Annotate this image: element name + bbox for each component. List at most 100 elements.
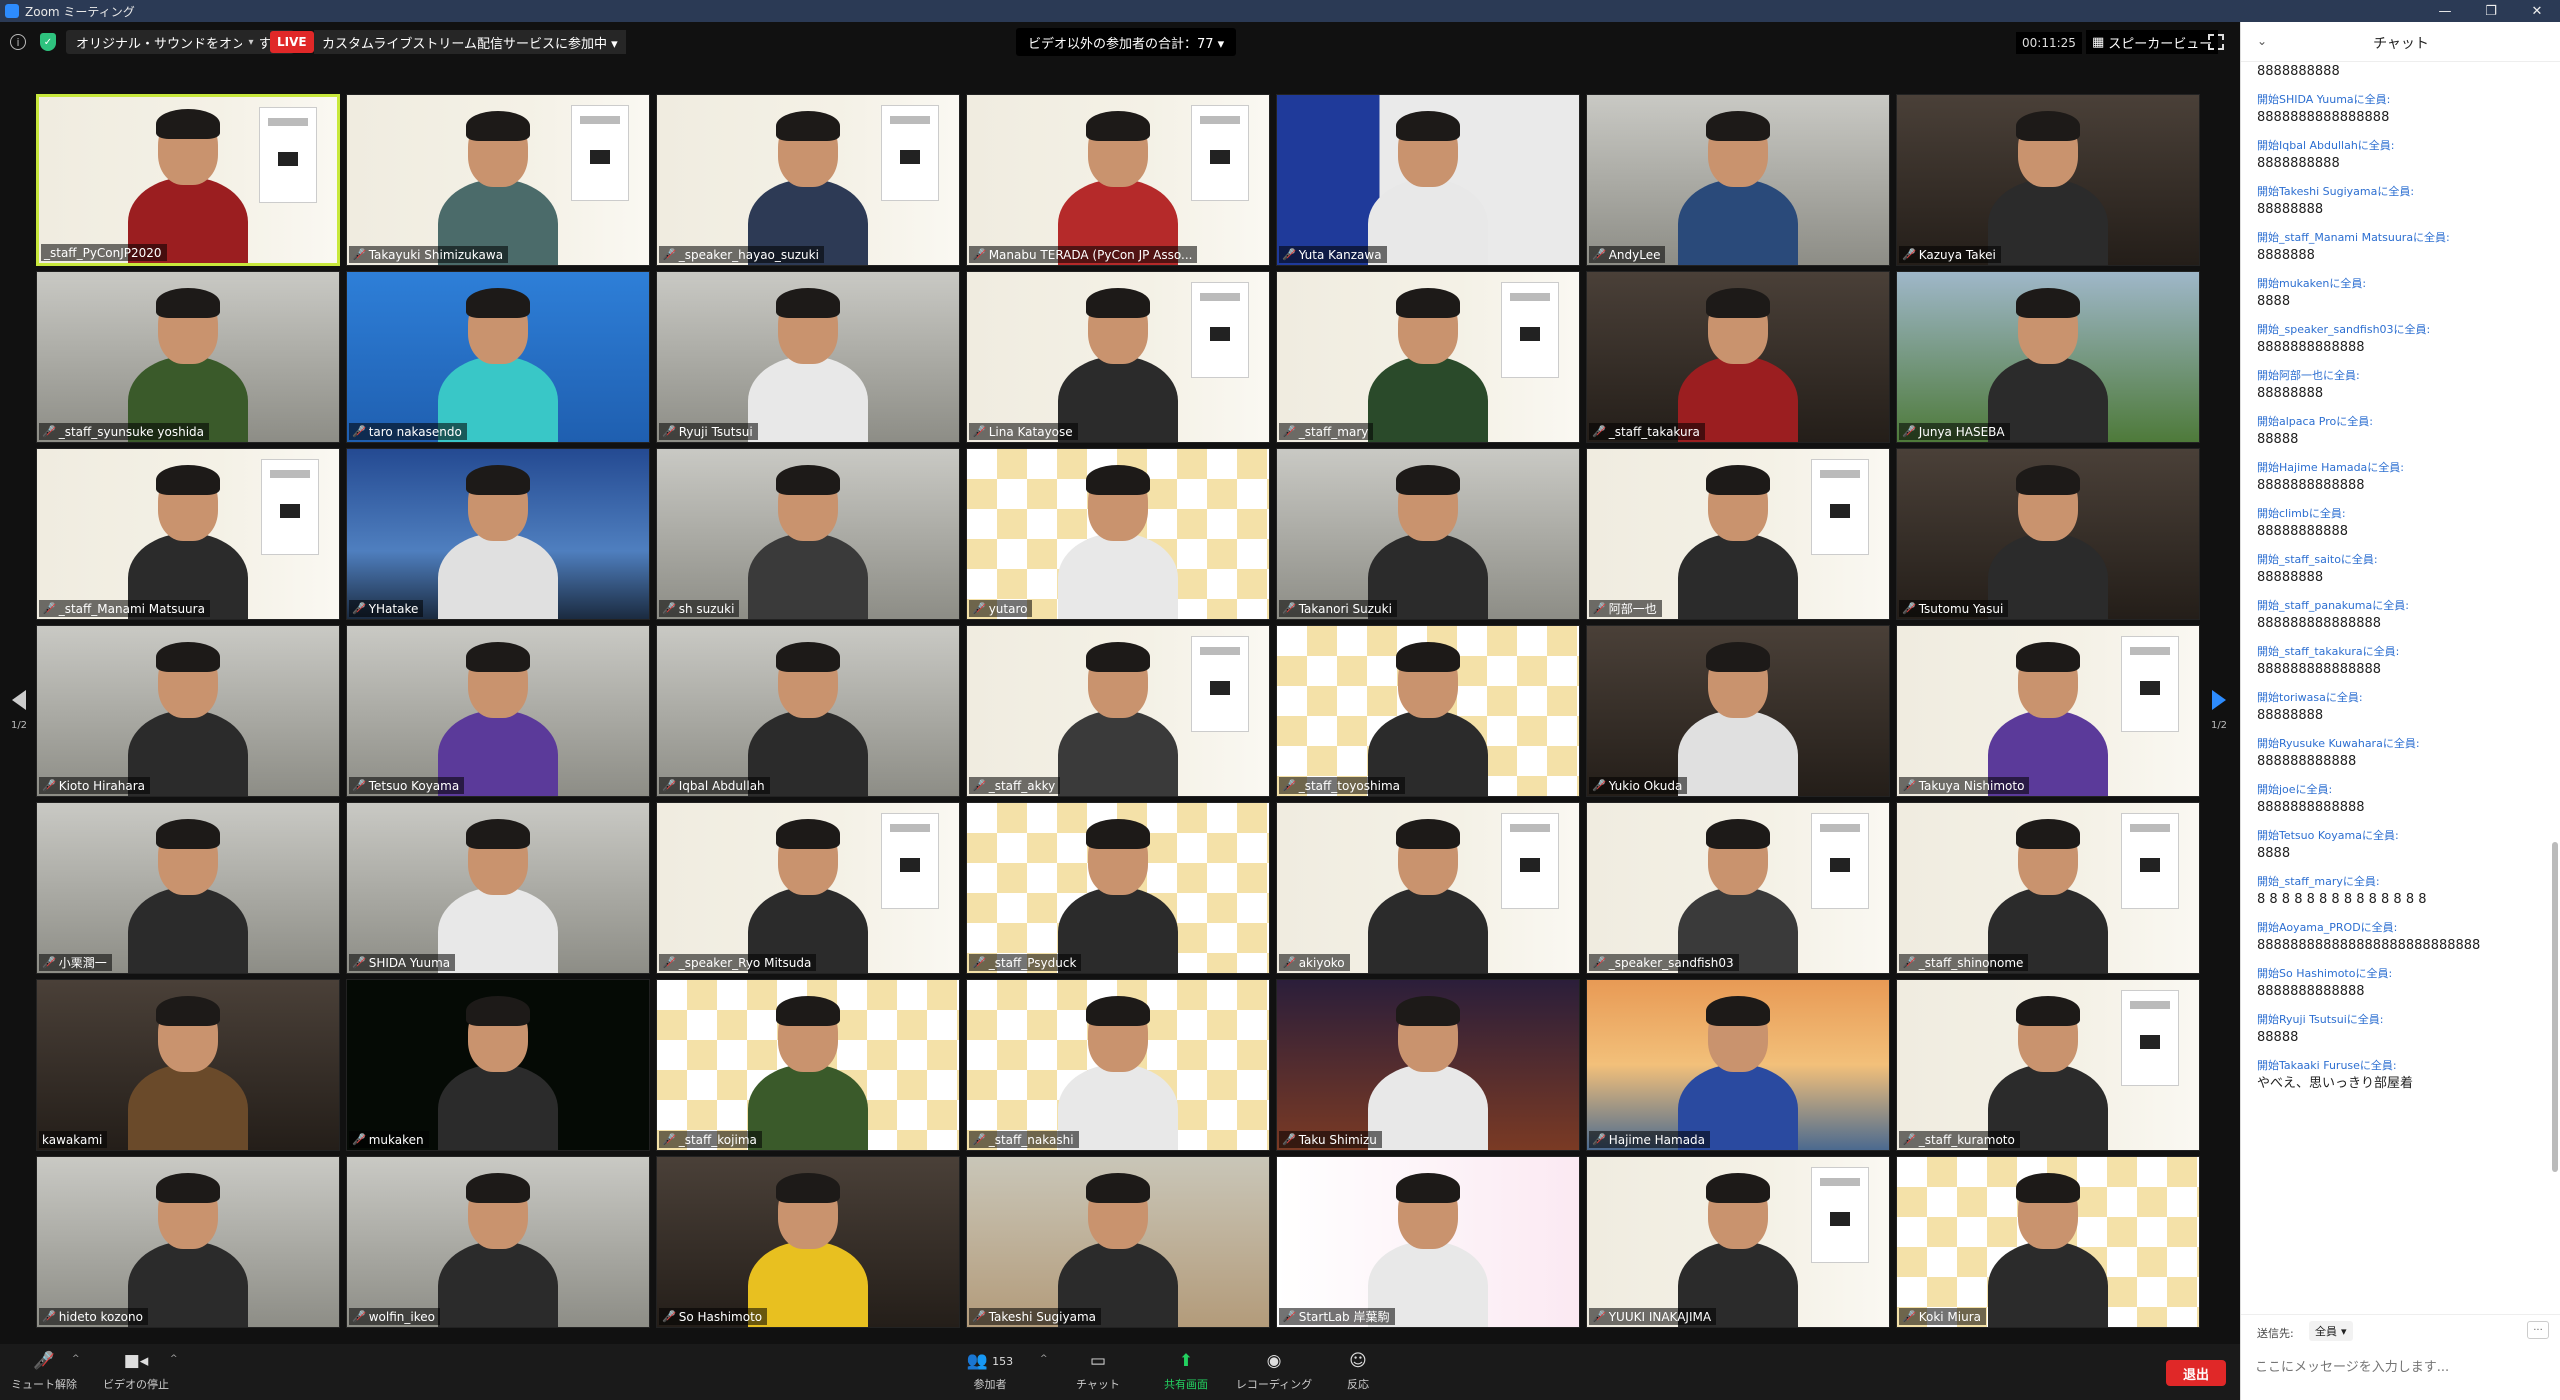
- participant-body: [1678, 179, 1798, 265]
- video-tile[interactable]: 🎤̸ _speaker_sandfish03: [1586, 802, 1890, 974]
- video-tile[interactable]: 🎤̸ _staff_akky: [966, 625, 1270, 797]
- video-tile[interactable]: 🎤̸ Iqbal Abdullah: [656, 625, 960, 797]
- chat-button[interactable]: ▭ チャット: [1058, 1348, 1138, 1396]
- video-tile[interactable]: 🎤̸ AndyLee: [1586, 94, 1890, 266]
- fullscreen-icon[interactable]: [2208, 34, 2224, 50]
- participant-nameplate: 🎤̸ yutaro: [969, 600, 1033, 617]
- video-options-caret-icon[interactable]: ^: [170, 1354, 178, 1364]
- video-tile[interactable]: 🎤̸ Hajime Hamada: [1586, 979, 1890, 1151]
- participants-button[interactable]: 👥 153 参加者: [950, 1348, 1030, 1396]
- video-tile[interactable]: 🎤̸ _staff_takakura: [1586, 271, 1890, 443]
- close-window-button[interactable]: ✕: [2514, 0, 2560, 22]
- video-tile[interactable]: 🎤̸ yutaro: [966, 448, 1270, 620]
- video-tile[interactable]: kawakami: [36, 979, 340, 1151]
- video-tile[interactable]: 🎤̸ 小栗潤一: [36, 802, 340, 974]
- chat-message: 開始alpaca Proに全員: 88888: [2257, 414, 2557, 450]
- participant-body: [1368, 356, 1488, 442]
- video-tile[interactable]: 🎤̸ _speaker_Ryo Mitsuda: [656, 802, 960, 974]
- participant-hair: [2016, 819, 2080, 849]
- video-tile[interactable]: 🎤̸ _staff_nakashi: [966, 979, 1270, 1151]
- chevron-down-icon[interactable]: ▾: [242, 30, 260, 54]
- video-tile[interactable]: 🎤̸ So Hashimoto: [656, 1156, 960, 1328]
- chat-scrollbar[interactable]: [2552, 842, 2558, 1172]
- participant-video: [438, 1173, 558, 1327]
- video-tile[interactable]: 🎤̸ Takanori Suzuki: [1276, 448, 1580, 620]
- video-tile[interactable]: 🎤̸ _staff_Psyduck: [966, 802, 1270, 974]
- chevron-right-icon: [2212, 690, 2226, 710]
- participant-nameplate: 🎤̸ So Hashimoto: [659, 1308, 768, 1325]
- non-video-participants-dropdown[interactable]: ビデオ以外の参加者の合計：77 ▾: [1016, 28, 1237, 56]
- speaker-view-button[interactable]: ▦ スピーカービュー: [2086, 30, 2219, 54]
- video-tile[interactable]: 🎤̸ 阿部一也: [1586, 448, 1890, 620]
- video-tile[interactable]: 🎤̸ Kioto Hirahara: [36, 625, 340, 797]
- participant-body: [128, 887, 248, 973]
- stop-video-button[interactable]: ■◂ ビデオの停止: [96, 1348, 176, 1396]
- video-tile[interactable]: 🎤̸ Yuta Kanzawa: [1276, 94, 1580, 266]
- chat-message-list[interactable]: 8888888888 開始SHIDA Yuumaに全員: 8888888888888…: [2241, 62, 2557, 1312]
- participant-nameplate: 🎤̸ Hajime Hamada: [1589, 1131, 1711, 1148]
- video-tile[interactable]: 🎤̸ wolfin_ikeo: [346, 1156, 650, 1328]
- recipient-dropdown[interactable]: 全員 ▾: [2309, 1321, 2353, 1341]
- video-tile[interactable]: 🎤̸ Takayuki Shimizukawa: [346, 94, 650, 266]
- video-tile[interactable]: 🎤̸ akiyoko: [1276, 802, 1580, 974]
- zoom-app-icon: [5, 4, 19, 18]
- video-tile[interactable]: 🎤̸ Takeshi Sugiyama: [966, 1156, 1270, 1328]
- participant-hair: [1396, 819, 1460, 849]
- video-tile[interactable]: 🎤̸ Ryuji Tsutsui: [656, 271, 960, 443]
- more-options-icon[interactable]: ···: [2527, 1321, 2549, 1339]
- share-screen-icon: ⬆: [1178, 1351, 1194, 1371]
- video-tile[interactable]: 🎤̸ mukaken: [346, 979, 650, 1151]
- video-tile[interactable]: 🎤̸ Junya HASEBA: [1896, 271, 2200, 443]
- video-tile[interactable]: 🎤̸ _speaker_hayao_suzuki: [656, 94, 960, 266]
- participant-nameplate: 🎤̸ Takuya Nishimoto: [1899, 777, 2030, 794]
- meeting-timer: 00:11:25: [2016, 32, 2082, 54]
- pycon-logo-board: [1811, 813, 1869, 909]
- video-tile[interactable]: 🎤̸ _staff_kojima: [656, 979, 960, 1151]
- video-tile[interactable]: 🎤̸ Kazuya Takei: [1896, 94, 2200, 266]
- video-tile[interactable]: 🎤̸ _staff_mary: [1276, 271, 1580, 443]
- video-tile[interactable]: 🎤̸ _staff_Manami Matsuura: [36, 448, 340, 620]
- chat-message: 開始Aoyama_PRODに全員: 88888888888888888888888…: [2257, 920, 2557, 956]
- leave-meeting-button[interactable]: 退出: [2166, 1360, 2226, 1386]
- encryption-shield-icon[interactable]: ✓: [40, 33, 56, 51]
- video-tile[interactable]: 🎤̸ Lina Katayose: [966, 271, 1270, 443]
- record-button[interactable]: ◉ レコーディング: [1234, 1348, 1314, 1396]
- reactions-button[interactable]: ☺ 反応: [1318, 1348, 1398, 1396]
- video-tile[interactable]: 🎤̸ Koki Miura: [1896, 1156, 2200, 1328]
- minimize-button[interactable]: —: [2422, 0, 2468, 22]
- video-tile[interactable]: _staff_PyConJP2020: [36, 94, 340, 266]
- video-tile[interactable]: 🎤̸ SHIDA Yuuma: [346, 802, 650, 974]
- share-screen-button[interactable]: ⬆ 共有画面: [1146, 1348, 1226, 1396]
- audio-options-caret-icon[interactable]: ^: [72, 1354, 80, 1364]
- video-tile[interactable]: 🎤̸ Manabu TERADA (PyCon JP Asso...: [966, 94, 1270, 266]
- video-tile[interactable]: 🎤̸ Tetsuo Koyama: [346, 625, 650, 797]
- video-tile[interactable]: 🎤̸ Takuya Nishimoto: [1896, 625, 2200, 797]
- video-tile[interactable]: 🎤̸ Taku Shimizu: [1276, 979, 1580, 1151]
- info-icon[interactable]: i: [10, 34, 26, 50]
- video-tile[interactable]: 🎤̸ YHatake: [346, 448, 650, 620]
- video-tile[interactable]: 🎤̸ hideto kozono: [36, 1156, 340, 1328]
- participant-video: [128, 288, 248, 442]
- previous-page-button[interactable]: 1/2: [4, 690, 34, 750]
- video-tile[interactable]: 🎤̸ Yukio Okuda: [1586, 625, 1890, 797]
- participant-video: [748, 1173, 868, 1327]
- video-tile[interactable]: 🎤̸ sh suzuki: [656, 448, 960, 620]
- video-tile[interactable]: 🎤̸ _staff_syunsuke yoshida: [36, 271, 340, 443]
- maximize-button[interactable]: ❐: [2468, 0, 2514, 22]
- chat-message-input[interactable]: [2255, 1347, 2545, 1387]
- livestream-status-dropdown[interactable]: カスタムライブストリーム配信サービスに参加中 ▾: [314, 30, 626, 54]
- video-tile[interactable]: 🎤̸ StartLab 岸葉駒: [1276, 1156, 1580, 1328]
- participants-options-caret-icon[interactable]: ^: [1040, 1354, 1048, 1364]
- video-tile[interactable]: 🎤̸ _staff_kuramoto: [1896, 979, 2200, 1151]
- video-tile[interactable]: 🎤̸ YUUKI INAKAJIMA: [1586, 1156, 1890, 1328]
- next-page-button[interactable]: 1/2: [2204, 690, 2234, 750]
- muted-microphone-icon: 🎤̸: [1592, 1310, 1606, 1323]
- participant-video: [1058, 819, 1178, 973]
- chat-message-text: 8888888888: [2257, 64, 2340, 79]
- chat-message-text: 8 8 8 8 8 8 8 8 8 8 8 8 8 8: [2257, 892, 2427, 907]
- video-tile[interactable]: 🎤̸ _staff_shinonome: [1896, 802, 2200, 974]
- video-tile[interactable]: 🎤̸ Tsutomu Yasui: [1896, 448, 2200, 620]
- video-tile[interactable]: 🎤̸ taro nakasendo: [346, 271, 650, 443]
- video-tile[interactable]: 🎤̸ _staff_toyoshima: [1276, 625, 1580, 797]
- muted-microphone-icon: 🎤̸: [1902, 779, 1916, 792]
